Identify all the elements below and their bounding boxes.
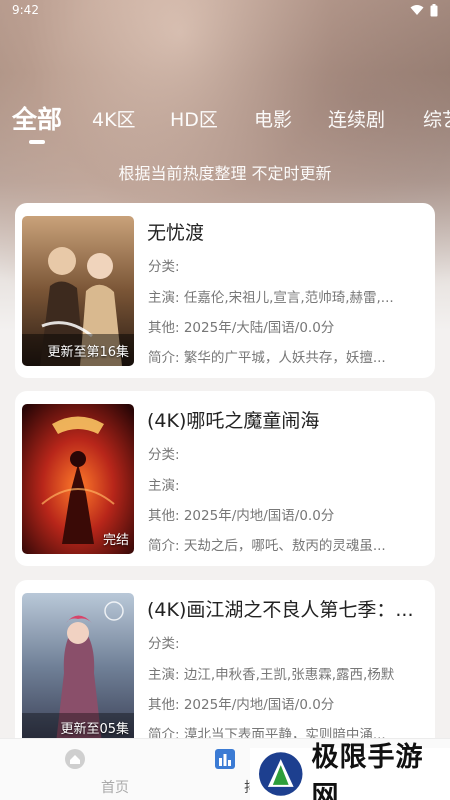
status-bar: 9:42 <box>0 0 450 20</box>
poster-image[interactable]: 更新至第16集 <box>22 216 134 366</box>
video-card[interactable]: 完结 (4K)哪吒之魔童闹海 分类: 主演: 其他: 2025年/内地/国语/0… <box>15 391 435 566</box>
card-category: 分类: <box>148 636 180 652</box>
poster-image[interactable]: 更新至05集 <box>22 593 134 743</box>
nav-home-label: 首页 <box>101 780 129 796</box>
battery-icon <box>430 3 438 16</box>
tab-hd[interactable]: HD区 <box>170 100 218 140</box>
tab-4k[interactable]: 4K区 <box>92 100 136 140</box>
card-intro: 简介: 天劫之后，哪吒、敖丙的灵魂虽... <box>148 538 386 554</box>
watermark-text: 极限手游网 <box>311 742 424 800</box>
ranking-subtitle: 根据当前热度整理 不定时更新 <box>118 164 332 183</box>
card-cast: 主演: 边江,申秋香,王凯,张惠霖,露西,杨默 <box>148 667 395 683</box>
episode-badge: 更新至05集 <box>60 722 129 737</box>
tab-series[interactable]: 连续剧 <box>328 100 385 140</box>
video-card[interactable]: 更新至第16集 无忧渡 分类: 主演: 任嘉伦,宋祖儿,宣言,范帅琦,赫雷,..… <box>15 203 435 378</box>
poster-image[interactable]: 完结 <box>22 404 134 554</box>
card-title[interactable]: (4K)哪吒之魔童闹海 <box>147 406 427 433</box>
card-category: 分类: <box>148 447 180 463</box>
card-other: 其他: 2025年/内地/国语/0.0分 <box>148 508 335 524</box>
status-badge: 完结 <box>102 533 129 548</box>
card-other: 其他: 2025年/大陆/国语/0.0分 <box>148 320 335 336</box>
tab-all[interactable]: 全部 <box>12 100 62 140</box>
status-icons <box>410 3 438 17</box>
ranking-icon <box>215 749 235 769</box>
card-cast: 主演: <box>148 478 180 494</box>
active-tab-indicator <box>29 140 45 144</box>
status-time: 9:42 <box>12 3 39 17</box>
video-card[interactable]: 更新至05集 (4K)画江湖之不良人第七季：... 分类: 主演: 边江,申秋香… <box>15 580 435 755</box>
wifi-icon <box>410 5 424 15</box>
home-icon <box>65 749 85 769</box>
tab-movies[interactable]: 电影 <box>254 100 292 140</box>
episode-badge: 更新至第16集 <box>47 345 129 360</box>
card-cast: 主演: 任嘉伦,宋祖儿,宣言,范帅琦,赫雷,... <box>148 290 394 306</box>
watermark: 极限手游网 <box>250 742 450 800</box>
card-other: 其他: 2025年/内地/国语/0.0分 <box>148 697 335 713</box>
category-tabs: 全部 4K区 HD区 电影 连续剧 综艺 <box>0 100 450 150</box>
card-category: 分类: <box>148 259 180 275</box>
card-title[interactable]: 无忧渡 <box>147 218 427 245</box>
tab-variety[interactable]: 综艺 <box>423 100 450 140</box>
watermark-logo-icon <box>258 752 303 796</box>
card-title[interactable]: (4K)画江湖之不良人第七季：... <box>147 595 427 622</box>
card-intro: 简介: 繁华的广平城，人妖共存，妖擅... <box>148 350 386 366</box>
